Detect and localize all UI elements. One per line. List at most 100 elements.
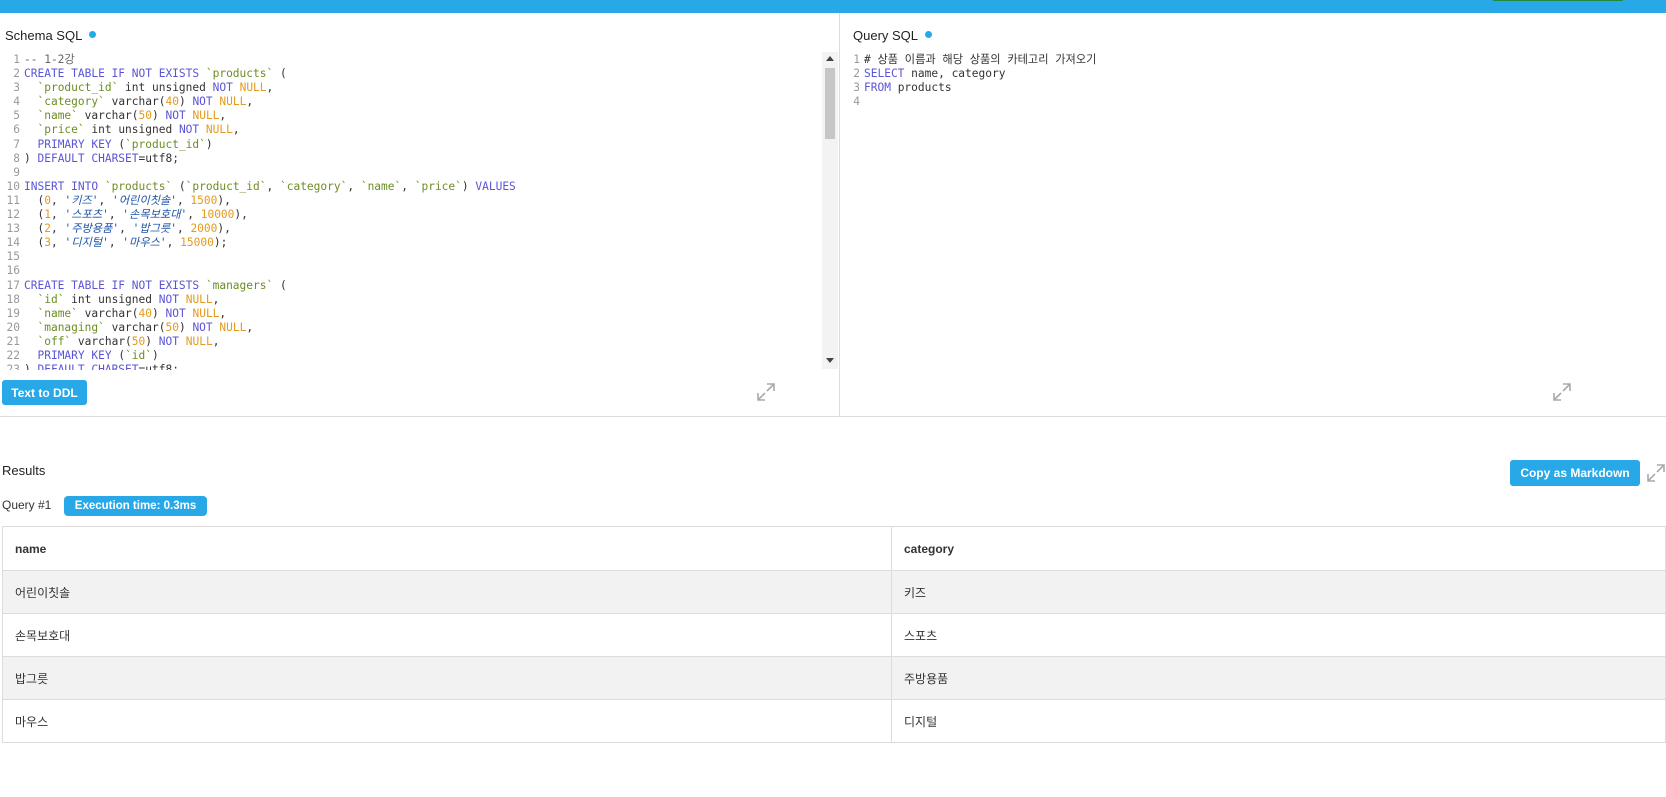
expand-icon[interactable] — [1646, 463, 1666, 483]
schema-pane: Schema SQL 1 -- 1-2강 2 CREATE TABLE IF NOT … — [0, 13, 840, 417]
code-text: # 상품 이름과 해당 상품의 카테고리 가져오기 — [864, 53, 1096, 67]
line-number: 23 — [6, 363, 20, 370]
column-header-name: name — [2, 526, 892, 571]
code-line: 15 — [0, 250, 822, 264]
code-token: ( — [273, 67, 287, 81]
scroll-up-arrow-icon[interactable] — [826, 56, 834, 61]
cell-name: 어린이칫솔 — [2, 570, 892, 614]
line-number: 19 — [6, 306, 20, 320]
code-token: ( — [111, 137, 126, 151]
code-line: 13 (2, '주방용품', '밥그릇', 2000), — [0, 222, 822, 236]
cell-name: 마우스 — [2, 699, 892, 743]
code-token: ( — [111, 348, 126, 362]
query-number-label: Query #1 — [2, 498, 52, 512]
line-number: 2 — [853, 67, 860, 81]
scroll-thumb[interactable] — [825, 68, 835, 139]
line-number: 20 — [6, 320, 20, 334]
code-token: ), — [217, 222, 231, 236]
code-token: , — [212, 292, 220, 306]
code-token: '디지털' — [64, 236, 109, 250]
code-line: 23 ) DEFAULT CHARSET=utf8; — [0, 363, 822, 370]
code-text: (3, '디지털', '마우스', 15000); — [24, 236, 227, 250]
code-token: , — [347, 179, 361, 193]
copy-as-markdown-button[interactable]: Copy as Markdown — [1510, 460, 1640, 486]
code-token: `name` — [37, 109, 78, 123]
expand-icon[interactable] — [756, 382, 776, 402]
code-token: ( — [24, 208, 45, 222]
code-token: VALUES — [475, 179, 516, 193]
code-token: CREATE TABLE IF NOT EXISTS — [24, 67, 206, 81]
top-bar-button[interactable] — [1493, 0, 1623, 1]
code-token: 50 — [165, 320, 179, 334]
code-token: ) — [178, 320, 193, 334]
code-token: '주방용품' — [64, 222, 120, 236]
code-token: NOT — [158, 292, 179, 306]
code-line: 16 — [0, 264, 822, 278]
top-bar — [0, 0, 1666, 13]
code-text: `id` int unsigned NOT NULL, — [24, 293, 219, 307]
code-token: int unsigned — [64, 292, 159, 306]
code-token: `name` — [360, 179, 402, 193]
code-token: NULL — [185, 334, 213, 348]
code-token: , — [232, 123, 240, 137]
code-token: `name` — [37, 306, 78, 320]
code-token: , — [401, 179, 415, 193]
expand-icon[interactable] — [1552, 382, 1572, 402]
code-token: ( — [172, 179, 186, 193]
scroll-down-arrow-icon[interactable] — [826, 358, 834, 363]
code-token: `product_id` — [185, 179, 267, 193]
text-to-ddl-button[interactable]: Text to DDL — [2, 380, 87, 405]
query-editor[interactable]: 1 # 상품 이름과 해당 상품의 카테고리 가져오기 2 SELECT name, … — [840, 53, 1666, 383]
code-text: CREATE TABLE IF NOT EXISTS `managers` ( — [24, 279, 287, 293]
line-number: 6 — [13, 123, 20, 137]
schema-title-label: Schema SQL — [5, 28, 83, 43]
code-token: ), — [217, 193, 231, 207]
code-token: 3 — [44, 236, 51, 250]
code-line: 5 `name` varchar(50) NOT NULL, — [0, 109, 822, 123]
code-text: (2, '주방용품', '밥그릇', 2000), — [24, 222, 231, 236]
code-token: 40 — [138, 306, 153, 320]
code-token: NULL — [219, 320, 247, 334]
code-token: `id` — [125, 348, 153, 362]
code-token: ( — [24, 193, 45, 207]
cell-name: 밥그릇 — [2, 656, 892, 700]
code-token: =utf8; — [138, 363, 179, 370]
line-number: 22 — [6, 348, 20, 362]
code-token: varchar( — [77, 306, 139, 320]
code-token: `products` — [205, 67, 274, 81]
code-token: ), — [234, 208, 248, 222]
code-token: ( — [24, 222, 45, 236]
code-token: -- 1-2강 — [24, 53, 75, 66]
code-token: ) — [178, 95, 193, 109]
code-text: SELECT name, category — [864, 67, 1005, 81]
table-row: 어린이칫솔 키즈 — [2, 570, 1666, 614]
code-token: , — [50, 193, 65, 207]
code-token: NULL — [205, 123, 233, 137]
code-token: INSERT INTO — [24, 179, 105, 193]
code-text: `category` varchar(40) NOT NULL, — [24, 95, 253, 109]
code-token: , — [50, 236, 65, 250]
line-number: 2 — [13, 67, 20, 81]
schema-scrollbar[interactable] — [822, 52, 838, 369]
code-line: 11 (0, '키즈', '어린이칫솔', 1500), — [0, 194, 822, 208]
cell-category: 스포츠 — [891, 613, 1666, 657]
line-number: 15 — [6, 250, 20, 264]
code-text: ) DEFAULT CHARSET=utf8; — [24, 363, 179, 370]
code-line: 22 PRIMARY KEY (`id`) — [0, 349, 822, 363]
code-token: ( — [24, 236, 45, 250]
code-token: ) — [461, 179, 476, 193]
code-token: , — [246, 95, 254, 109]
code-token: DEFAULT CHARSET — [37, 363, 139, 370]
line-number: 10 — [6, 179, 20, 193]
code-token: `price` — [414, 179, 462, 193]
code-token: int unsigned — [118, 81, 213, 95]
code-token: 2000 — [190, 222, 218, 236]
code-token: `product_id` — [125, 137, 206, 151]
schema-editor[interactable]: 1 -- 1-2강 2 CREATE TABLE IF NOT EXISTS `pro… — [0, 53, 822, 370]
code-token: 15000 — [180, 236, 214, 250]
code-token: `managers` — [205, 278, 274, 292]
